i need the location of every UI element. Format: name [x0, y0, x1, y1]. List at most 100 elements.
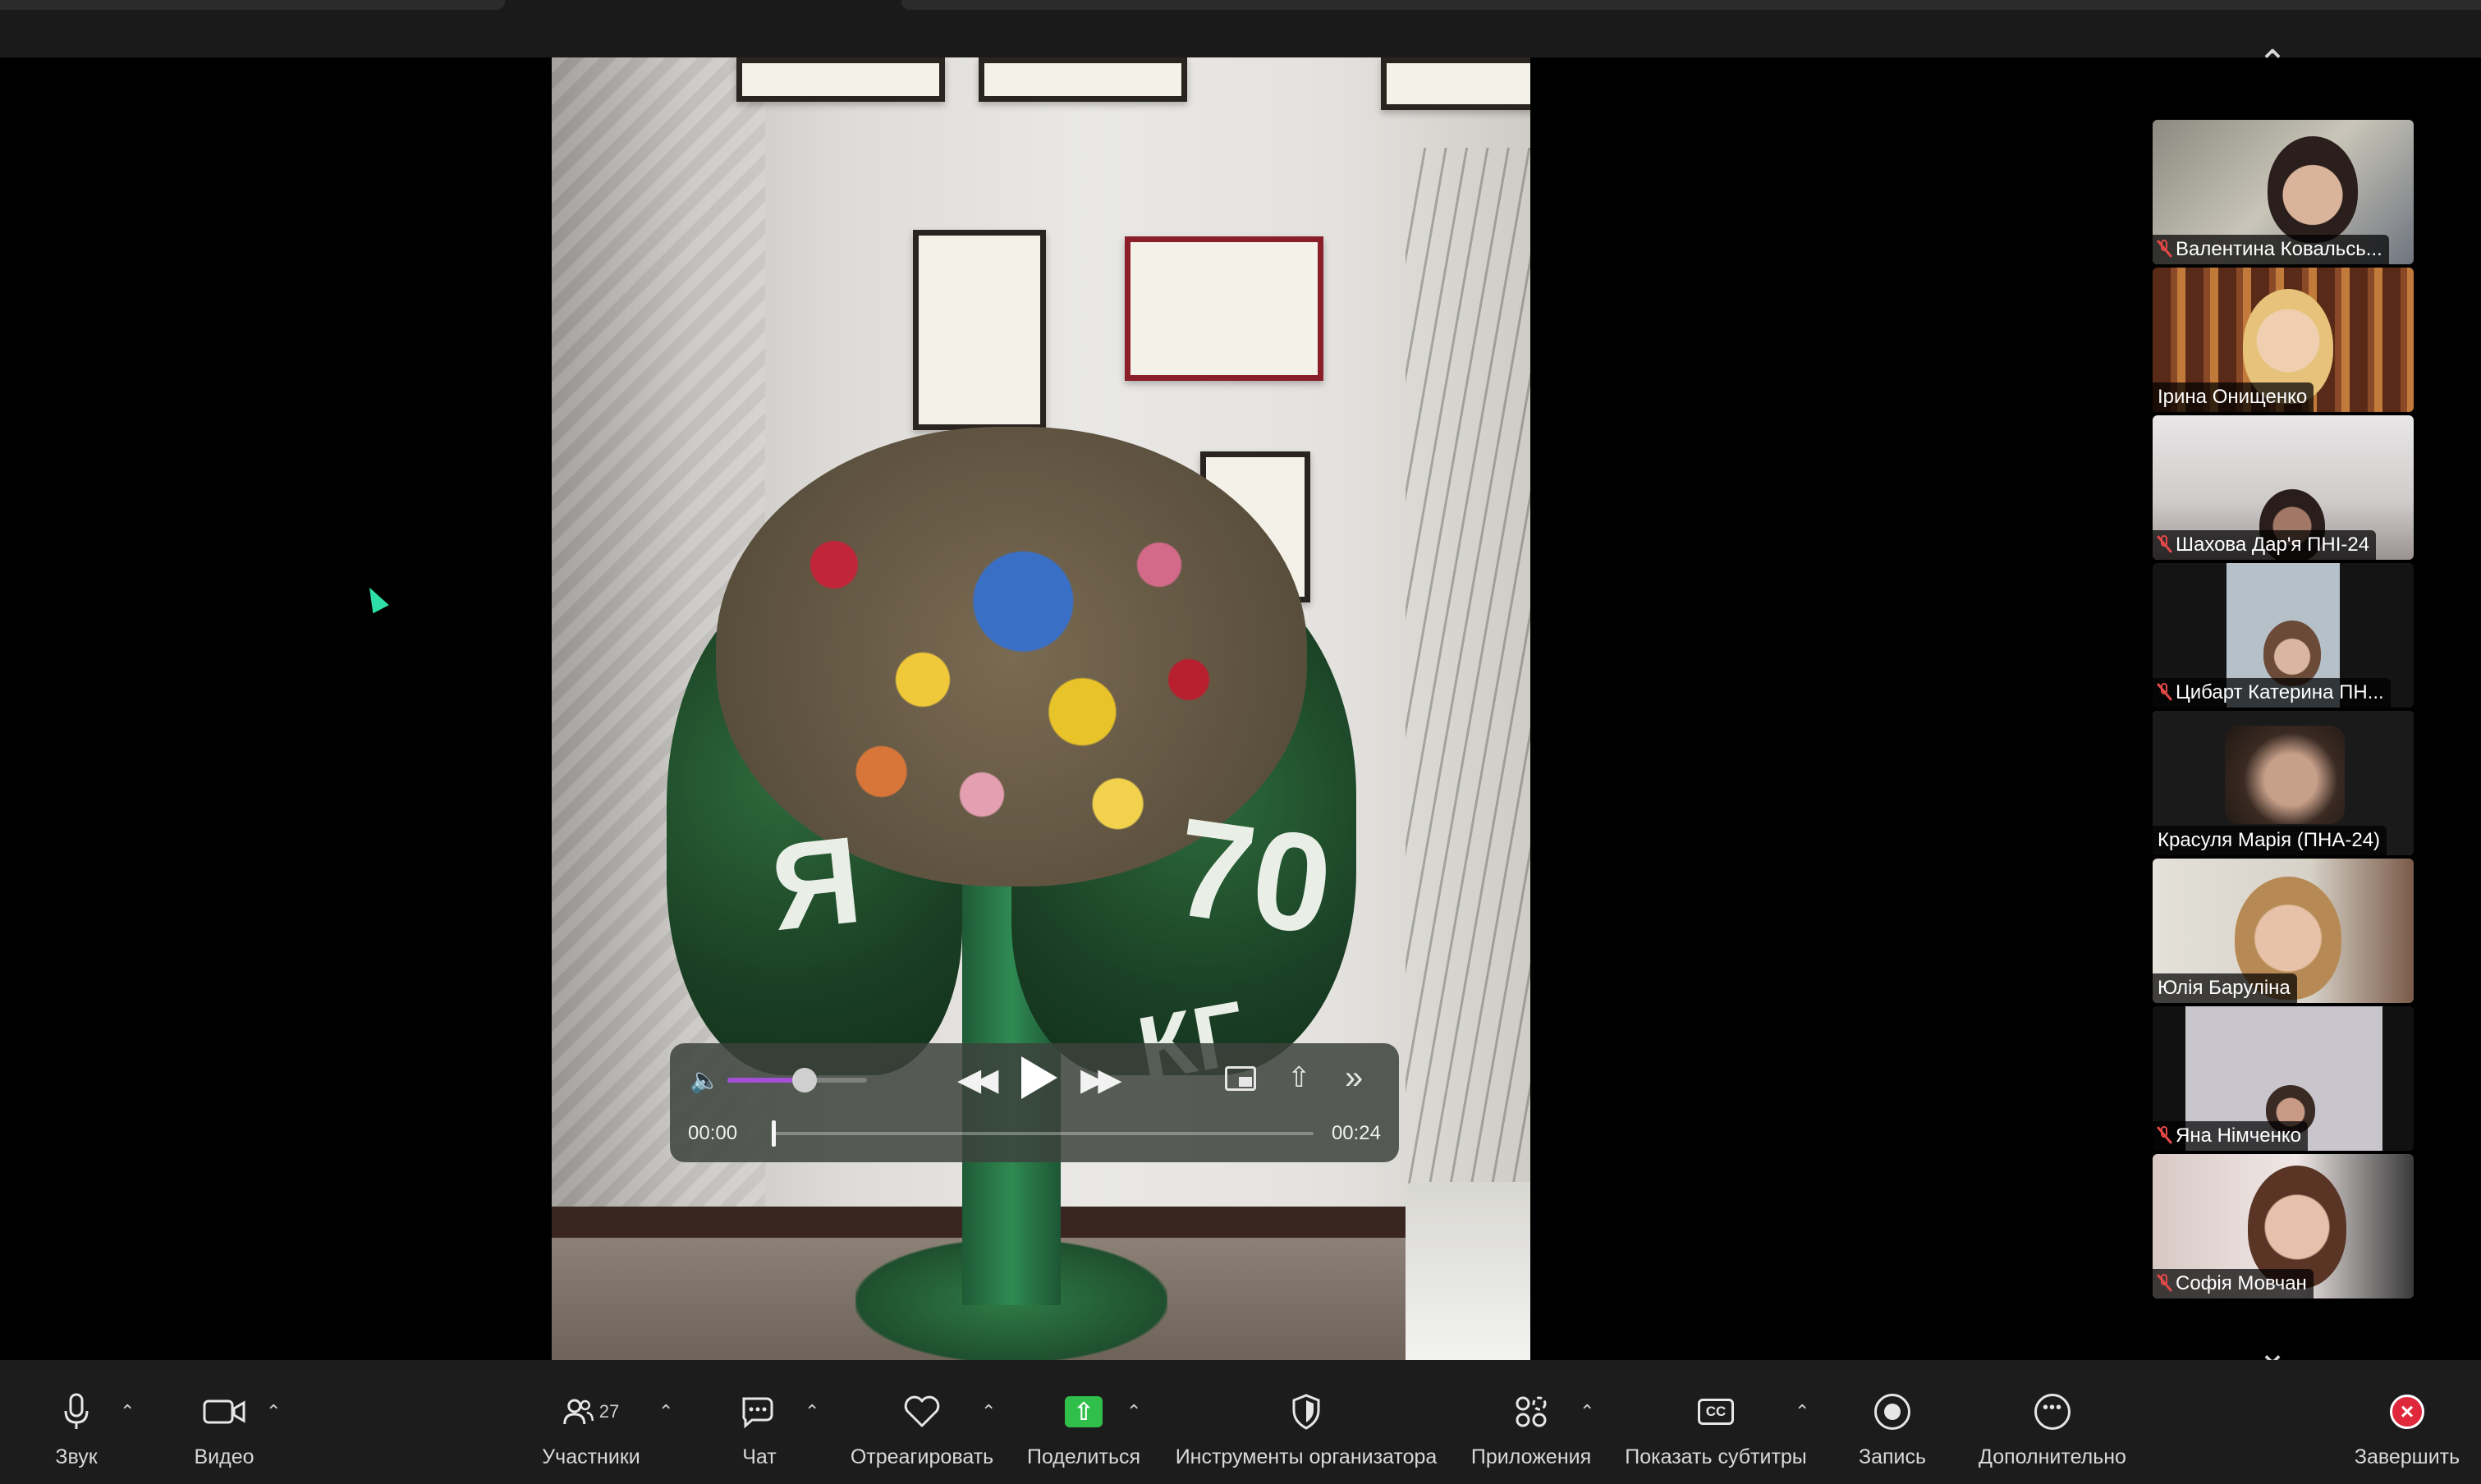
- muted-mic-icon: [2158, 683, 2171, 701]
- participant-name-label: Юлія Баруліна: [2153, 973, 2297, 1003]
- participant-face: [2268, 136, 2358, 243]
- participant-tile[interactable]: Юлія Баруліна: [2153, 859, 2414, 1003]
- participant-name-label: Валентина Ковальсь...: [2153, 235, 2389, 264]
- participant-tile[interactable]: Валентина Ковальсь...: [2153, 120, 2414, 264]
- share-label: Поделиться: [1026, 1445, 1141, 1468]
- decoration-letter: Я: [764, 809, 868, 957]
- closed-captions-icon: CC: [1698, 1393, 1734, 1431]
- window-top-bar: [0, 0, 2481, 57]
- participant-name-label: Яна Німченко: [2153, 1121, 2308, 1151]
- more-button[interactable]: ••• Дополнительно: [1970, 1360, 2135, 1484]
- mouse-cursor-icon: [361, 583, 389, 614]
- apps-icon: [1513, 1393, 1549, 1431]
- participant-name: Юлія Баруліна: [2158, 977, 2291, 999]
- video-button[interactable]: Видео: [172, 1360, 276, 1484]
- end-meeting-button[interactable]: × Завершить: [2350, 1360, 2465, 1484]
- share-screen-icon: ⇧: [1065, 1393, 1103, 1431]
- captions-options-caret-icon[interactable]: ⌃: [1795, 1401, 1809, 1422]
- diploma-frame: [1125, 236, 1323, 381]
- participant-tile[interactable]: Ірина Онищенко: [2153, 268, 2414, 412]
- audio-label: Звук: [55, 1445, 98, 1468]
- certificate-frame: [913, 230, 1046, 430]
- volume-knob[interactable]: [792, 1068, 817, 1092]
- video-camera-icon: [203, 1393, 245, 1431]
- react-button[interactable]: Отреагировать: [846, 1360, 998, 1484]
- participant-tile-active-speaker[interactable]: Красуля Марія (ПНА-24): [2153, 711, 2414, 855]
- participant-name-label: Софія Мовчан: [2153, 1269, 2314, 1298]
- apps-button[interactable]: Приложения: [1470, 1360, 1593, 1484]
- picture-in-picture-icon[interactable]: [1225, 1066, 1256, 1091]
- time-current: 00:00: [688, 1122, 738, 1144]
- end-label: Завершить: [2354, 1445, 2460, 1468]
- video-label: Видео: [194, 1445, 255, 1468]
- video-player-controls: 🔈 ◀◀ ▶▶ ⇧ » 00:00 00:24: [670, 1043, 1399, 1162]
- host-tools-button[interactable]: Инструменты организатора: [1166, 1360, 1447, 1484]
- participant-tile[interactable]: Цибарт Катерина ПН...: [2153, 563, 2414, 708]
- more-label: Дополнительно: [1979, 1445, 2126, 1468]
- audio-options-caret-icon[interactable]: ⌃: [120, 1401, 135, 1422]
- participant-tile[interactable]: Яна Німченко: [2153, 1006, 2414, 1151]
- apps-label: Приложения: [1470, 1445, 1592, 1468]
- top-bar-segment: [0, 0, 505, 10]
- participant-name: Валентина Ковальсь...: [2176, 238, 2382, 260]
- participant-tile[interactable]: Шахова Дар'я ПНІ-24: [2153, 415, 2414, 560]
- volume-icon[interactable]: 🔈: [690, 1066, 720, 1095]
- microphone-icon: [62, 1393, 90, 1431]
- play-button[interactable]: [1021, 1056, 1057, 1099]
- seek-bar[interactable]: [772, 1132, 1314, 1135]
- chat-options-caret-icon[interactable]: ⌃: [805, 1401, 819, 1422]
- participant-name-label: Красуля Марія (ПНА-24): [2153, 826, 2387, 855]
- record-icon: [1874, 1393, 1910, 1431]
- muted-mic-icon: [2158, 240, 2171, 258]
- decoration-number: 70: [1165, 788, 1341, 965]
- share-icon[interactable]: ⇧: [1287, 1061, 1311, 1094]
- captions-button[interactable]: CC Показать субтитры: [1617, 1360, 1814, 1484]
- captions-label: Показать субтитры: [1625, 1445, 1807, 1468]
- wall-frame: [979, 57, 1187, 102]
- participants-icon: 27: [563, 1393, 619, 1431]
- seek-handle[interactable]: [772, 1120, 776, 1147]
- participants-label: Участники: [542, 1445, 640, 1468]
- participants-count: 27: [598, 1401, 620, 1422]
- chat-button[interactable]: Чат: [722, 1360, 796, 1484]
- shield-icon: [1291, 1393, 1322, 1431]
- participant-name: Ірина Онищенко: [2158, 386, 2308, 408]
- fast-forward-button[interactable]: ▶▶: [1080, 1061, 1122, 1098]
- participants-button[interactable]: 27 Участники: [525, 1360, 657, 1484]
- record-label: Запись: [1858, 1445, 1927, 1468]
- chat-icon: [741, 1393, 778, 1431]
- audio-button[interactable]: Звук: [25, 1360, 128, 1484]
- participant-tile[interactable]: Софія Мовчан: [2153, 1154, 2414, 1298]
- top-bar-segment: [901, 0, 2481, 10]
- participant-name-label: Шахова Дар'я ПНІ-24: [2153, 530, 2377, 560]
- record-button[interactable]: Запись: [1847, 1360, 1938, 1484]
- time-total: 00:24: [1331, 1122, 1381, 1144]
- react-label: Отреагировать: [850, 1445, 994, 1468]
- wall-frame: [1381, 57, 1530, 110]
- meeting-toolbar: Звук ⌃ Видео ⌃ 27 Участники ⌃ Чат ⌃ Отре…: [0, 1360, 2481, 1484]
- chevron-right-icon[interactable]: »: [1345, 1060, 1363, 1097]
- apps-options-caret-icon[interactable]: ⌃: [1580, 1401, 1594, 1422]
- participants-options-caret-icon[interactable]: ⌃: [658, 1401, 673, 1422]
- participant-name: Цибарт Катерина ПН...: [2176, 681, 2384, 703]
- rewind-button[interactable]: ◀◀: [957, 1061, 999, 1098]
- more-options-icon: •••: [2034, 1393, 2071, 1431]
- chevron-up-icon[interactable]: ⌃: [2248, 46, 2297, 82]
- close-icon: ×: [2390, 1393, 2424, 1431]
- share-options-caret-icon[interactable]: ⌃: [1126, 1401, 1141, 1422]
- wall-frame: [736, 57, 945, 102]
- participant-name: Софія Мовчан: [2176, 1272, 2307, 1294]
- participant-name: Красуля Марія (ПНА-24): [2158, 829, 2381, 851]
- plant-pot: [1406, 1182, 1530, 1360]
- participant-name-label: Ірина Онищенко: [2153, 382, 2314, 412]
- chat-label: Чат: [742, 1445, 777, 1468]
- muted-mic-icon: [2158, 1126, 2171, 1144]
- participant-face: [2263, 621, 2321, 686]
- video-options-caret-icon[interactable]: ⌃: [266, 1401, 281, 1422]
- muted-mic-icon: [2158, 1274, 2171, 1292]
- react-options-caret-icon[interactable]: ⌃: [981, 1401, 996, 1422]
- participant-face: [2225, 726, 2345, 824]
- muted-mic-icon: [2158, 535, 2171, 553]
- participant-name: Шахова Дар'я ПНІ-24: [2176, 534, 2370, 556]
- shared-video[interactable]: Я 70 КГ: [552, 57, 1530, 1360]
